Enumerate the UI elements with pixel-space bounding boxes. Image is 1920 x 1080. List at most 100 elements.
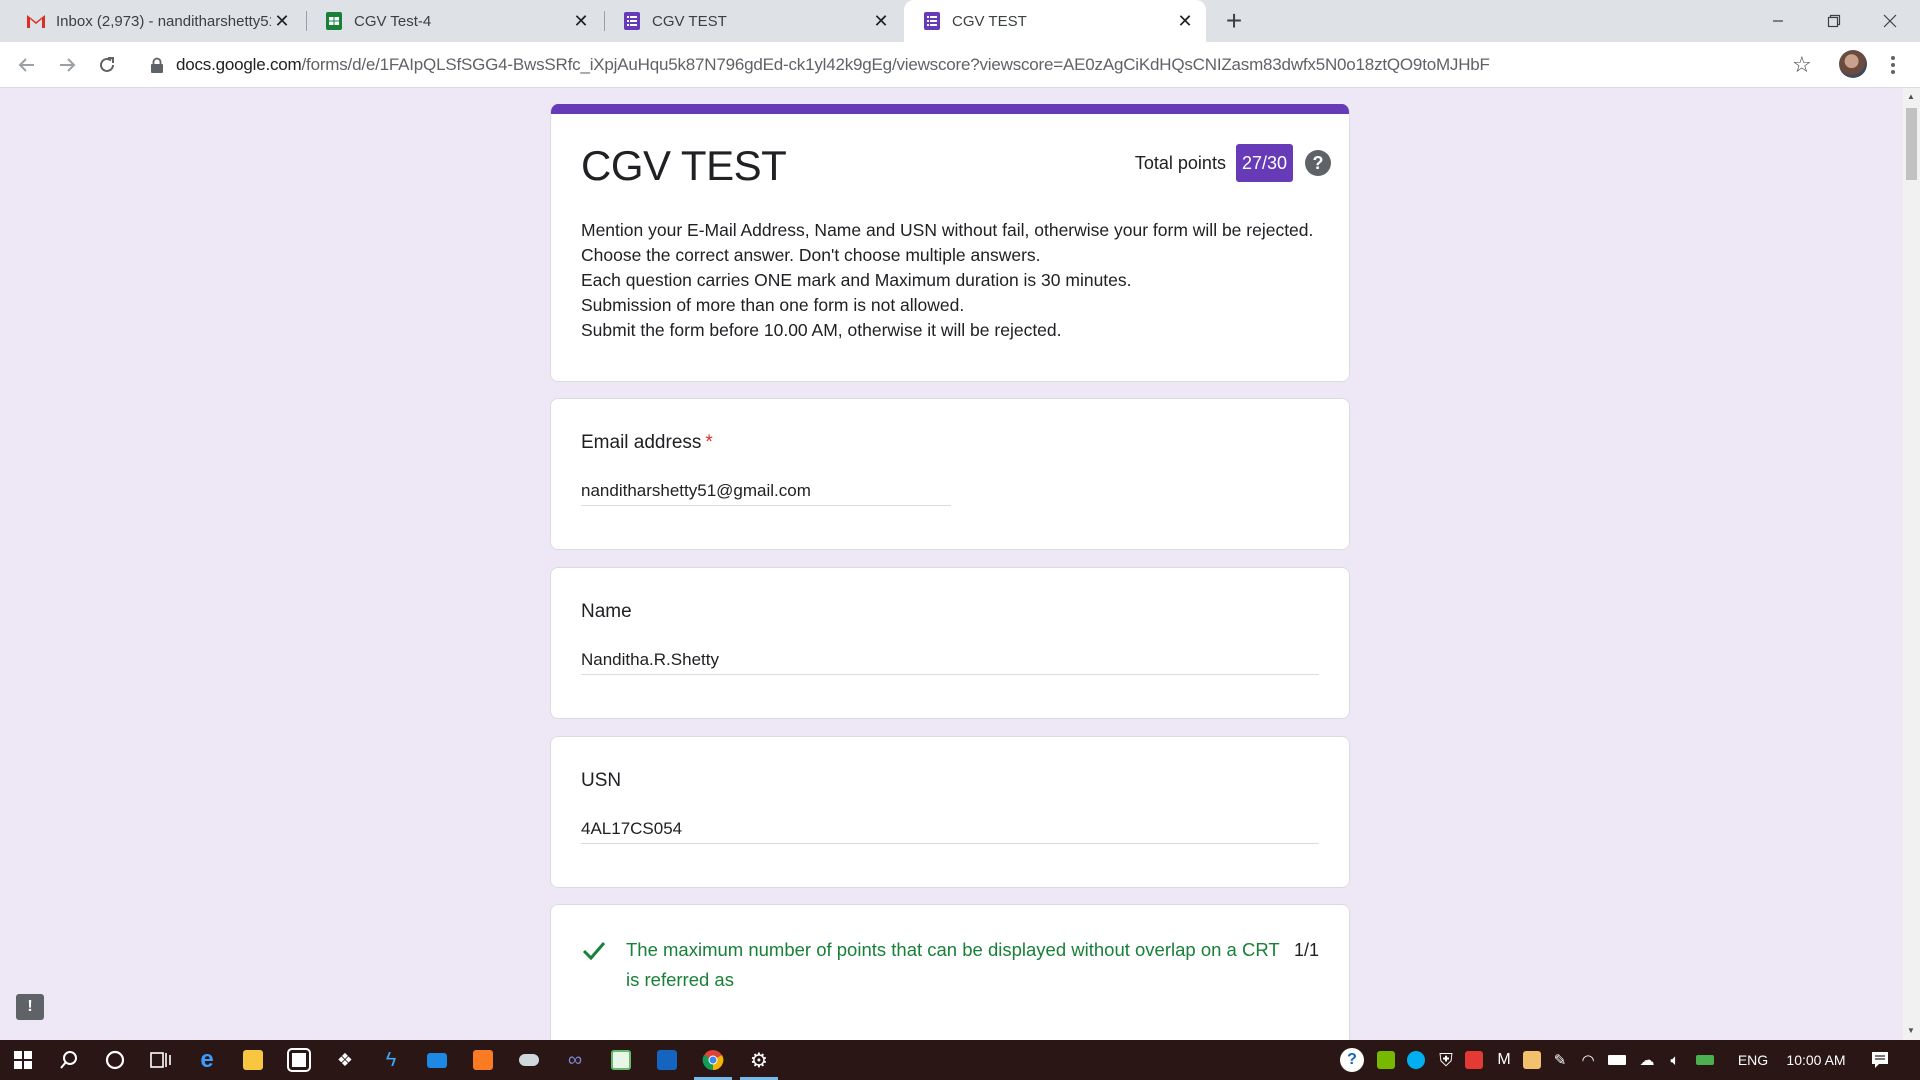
reload-icon — [100, 57, 114, 72]
close-icon[interactable]: ✕ — [271, 10, 293, 32]
file-explorer-icon[interactable] — [230, 1040, 276, 1080]
profile-avatar[interactable] — [1839, 50, 1867, 78]
word-icon[interactable] — [1520, 1040, 1544, 1080]
tab-cgv-test[interactable]: CGV TEST ✕ — [604, 0, 902, 42]
form-title: CGV TEST — [581, 142, 787, 189]
bookmark-star-icon[interactable]: ☆ — [1792, 52, 1812, 78]
usn-underline — [581, 843, 1319, 844]
pill-app-icon[interactable] — [506, 1040, 552, 1080]
question-score: 1/1 — [1293, 940, 1319, 960]
description-line: Each question carries ONE mark and Maxim… — [581, 270, 1132, 290]
name-label: Name — [581, 601, 632, 622]
usn-value: 4AL17CS054 — [581, 819, 683, 838]
score-badge: 27/30 — [1235, 144, 1293, 182]
email-label: Email address * — [581, 432, 713, 454]
scroll-down-arrow-icon[interactable]: ▼ — [1907, 1026, 1915, 1035]
lightning-app-icon[interactable]: ϟ — [368, 1040, 414, 1080]
form-description: Mention your E-Mail Address, Name and US… — [581, 218, 1321, 343]
name-field-card: Name Nanditha.R.Shetty — [550, 567, 1350, 719]
new-tab-button[interactable]: + — [1218, 5, 1250, 36]
mail-icon[interactable] — [414, 1040, 460, 1080]
tab-title: Inbox (2,973) - nanditharshetty51 — [56, 12, 271, 30]
lock-icon — [151, 57, 163, 73]
help-tray-icon[interactable]: ? — [1338, 1040, 1366, 1080]
total-points: Total points 27/30 ? — [1135, 144, 1331, 182]
search-icon[interactable] — [46, 1040, 92, 1080]
check-icon — [582, 942, 606, 961]
google-sheets-icon — [324, 11, 344, 31]
google-forms-icon — [622, 11, 642, 31]
question-text: The maximum number of points that can be… — [626, 939, 1280, 990]
microsoft-store-icon[interactable] — [276, 1040, 322, 1080]
settings-gear-icon[interactable]: ⚙ — [736, 1040, 782, 1080]
security-shield-icon[interactable]: ⛨ — [1434, 1040, 1458, 1080]
edge-browser-icon[interactable]: e — [184, 1040, 230, 1080]
close-icon[interactable]: ✕ — [1174, 10, 1196, 32]
dropbox-icon[interactable]: ❖ — [322, 1040, 368, 1080]
visual-studio-icon[interactable] — [644, 1040, 690, 1080]
battery-icon[interactable] — [1604, 1040, 1630, 1080]
xampp-icon[interactable] — [460, 1040, 506, 1080]
email-label-text: Email address — [581, 432, 702, 453]
restore-button[interactable] — [1806, 0, 1862, 42]
page-scrollbar[interactable]: ▲ ▼ — [1903, 88, 1920, 1040]
description-line: Choose the correct answer. Don't choose … — [581, 245, 1041, 265]
usn-label: USN — [581, 770, 622, 791]
url-host: docs.google.com — [176, 55, 302, 74]
tab-cgv-test-4[interactable]: CGV Test-4 ✕ — [306, 0, 602, 42]
page-viewport: CGV TEST Total points 27/30 ? Mention yo… — [0, 88, 1920, 1040]
accent-band — [551, 104, 1349, 114]
name-value: Nanditha.R.Shetty — [581, 650, 719, 669]
wifi-icon[interactable]: ◠ — [1576, 1040, 1600, 1080]
tab-title: CGV TEST — [952, 12, 1027, 30]
cortana-icon[interactable] — [92, 1040, 138, 1080]
notepad-icon[interactable] — [598, 1040, 644, 1080]
window-close-button[interactable] — [1862, 0, 1918, 42]
clock[interactable]: 10:00 AM — [1780, 1040, 1852, 1080]
infinity-app-icon[interactable]: ∞ — [552, 1040, 598, 1080]
google-forms-icon — [922, 11, 942, 31]
language-indicator[interactable]: ENG — [1730, 1040, 1776, 1080]
email-underline — [581, 505, 951, 506]
email-value: nanditharshetty51@gmail.com — [581, 481, 811, 500]
question-card: The maximum number of points that can be… — [550, 904, 1350, 1040]
close-icon[interactable]: ✕ — [570, 10, 592, 32]
nvidia-icon[interactable] — [1374, 1040, 1398, 1080]
name-underline — [581, 674, 1319, 675]
description-line: Mention your E-Mail Address, Name and US… — [581, 220, 1314, 240]
onedrive-icon[interactable]: ☁ — [1634, 1040, 1660, 1080]
minimize-button[interactable] — [1750, 0, 1806, 42]
skype-icon[interactable] — [1404, 1040, 1428, 1080]
browser-menu-icon[interactable] — [1885, 50, 1901, 80]
address-bar[interactable]: docs.google.com/forms/d/e/1FAIpQLSfSGG4-… — [134, 47, 1834, 83]
url-path: /forms/d/e/1FAIpQLSfSGG4-BwsSRfc_iXpjAuH… — [301, 55, 1490, 74]
scroll-up-arrow-icon[interactable]: ▲ — [1907, 92, 1915, 101]
tab-gmail-inbox[interactable]: Inbox (2,973) - nanditharshetty51 ✕ — [8, 0, 303, 42]
volume-icon[interactable]: 🔈︎ — [1662, 1040, 1688, 1080]
back-button[interactable] — [12, 50, 42, 80]
power-status-icon[interactable] — [1692, 1040, 1718, 1080]
antivirus-icon[interactable] — [1462, 1040, 1486, 1080]
total-points-label: Total points — [1134, 152, 1226, 173]
windows-start-icon[interactable] — [0, 1040, 46, 1080]
notifications-icon[interactable] — [1862, 1040, 1898, 1080]
feedback-icon[interactable]: ! — [16, 994, 44, 1020]
tab-title: CGV TEST — [652, 12, 727, 30]
tab-cgv-test-active[interactable]: CGV TEST ✕ — [904, 0, 1206, 42]
tab-strip: Inbox (2,973) - nanditharshetty51 ✕ CGV … — [0, 0, 1920, 42]
forward-button[interactable] — [52, 50, 82, 80]
pen-input-icon[interactable]: ✎ — [1548, 1040, 1572, 1080]
scrollbar-thumb[interactable] — [1906, 108, 1917, 180]
task-view-icon[interactable] — [138, 1040, 184, 1080]
reload-button[interactable] — [92, 50, 122, 80]
windows-taskbar: e ❖ ϟ ∞ ⚙ ? ⛨ M ✎ ◠ ☁ 🔈︎ ENG 10:00 AM — [0, 1040, 1920, 1080]
description-line: Submit the form before 10.00 AM, otherwi… — [581, 320, 1062, 340]
required-asterisk: * — [705, 432, 713, 453]
gmail-icon — [26, 11, 46, 31]
chrome-icon[interactable] — [690, 1040, 736, 1080]
mcafee-icon[interactable]: M — [1492, 1040, 1516, 1080]
help-icon[interactable]: ? — [1305, 150, 1331, 176]
url-text: docs.google.com/forms/d/e/1FAIpQLSfSGG4-… — [176, 55, 1490, 75]
form-header-card: CGV TEST Total points 27/30 ? Mention yo… — [550, 104, 1350, 382]
close-icon[interactable]: ✕ — [870, 10, 892, 32]
